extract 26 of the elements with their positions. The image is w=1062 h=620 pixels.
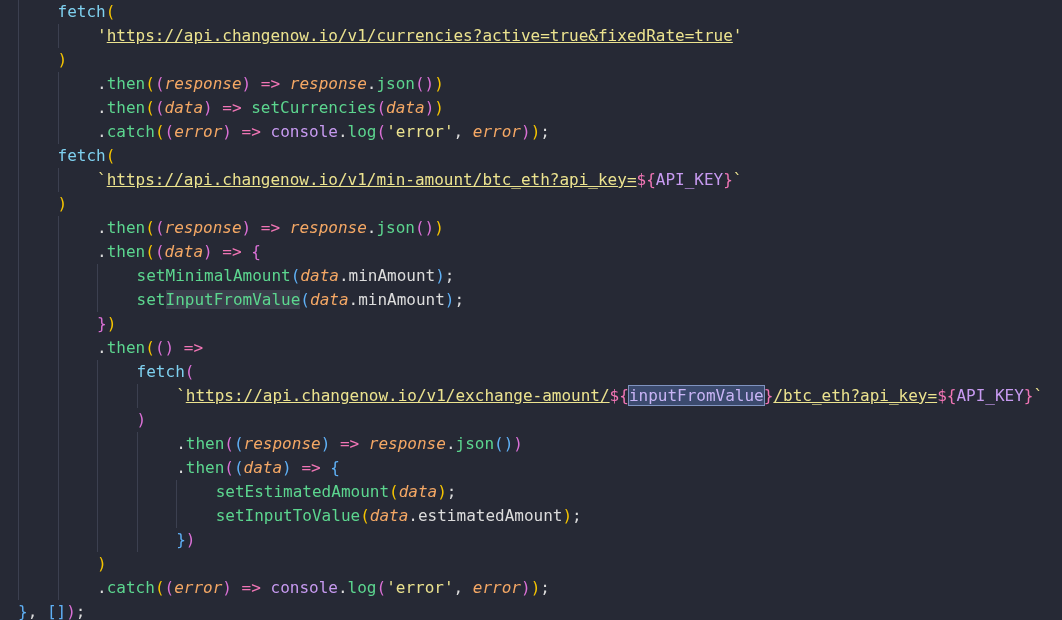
code-line: ) (97, 553, 107, 575)
code-line: setInputFromValue(data.minAmount); (136, 289, 465, 311)
code-line: setMinimalAmount(data.minAmount); (136, 265, 455, 287)
code-line: }) (97, 313, 117, 335)
code-line: setEstimatedAmount(data); (215, 481, 457, 503)
code-line: .then((data) => { (97, 241, 261, 263)
code-line: fetch( (57, 1, 116, 23)
code-line: .then((data) => { (176, 457, 340, 479)
code-line: .then((data) => setCurrencies(data)) (97, 97, 444, 119)
code-line: 'https://api.changenow.io/v1/currencies?active=true&fixedRate=true' (97, 25, 743, 47)
code-line: fetch( (136, 361, 195, 383)
code-line: .then((response) => response.json()) (97, 73, 444, 95)
code-line: setInputToValue(data.estimatedAmount); (215, 505, 582, 527)
code-line: ) (57, 193, 68, 215)
code-line: .catch((error) => console.log('error', error)); (97, 121, 550, 143)
code-line: `https://api.changenow.io/v1/exchange-amount/${inputFromValue}/btc_eth?api_key=${API_KEY}` (176, 385, 1044, 407)
code-line: .then(() => (97, 337, 204, 359)
code-line: fetch( (57, 145, 116, 167)
code-line: .catch((error) => console.log('error', error)); (97, 577, 550, 599)
code-line: }, []); (18, 601, 86, 620)
code-line: .then((response) => response.json()) (176, 433, 523, 455)
code-line: .then((response) => response.json()) (97, 217, 444, 239)
code-line: ) (136, 409, 147, 431)
code-line: `https://api.changenow.io/v1/min-amount/btc_eth?api_key=${API_KEY}` (97, 169, 743, 191)
code-line: }) (176, 529, 196, 551)
code-line: ) (57, 49, 68, 71)
